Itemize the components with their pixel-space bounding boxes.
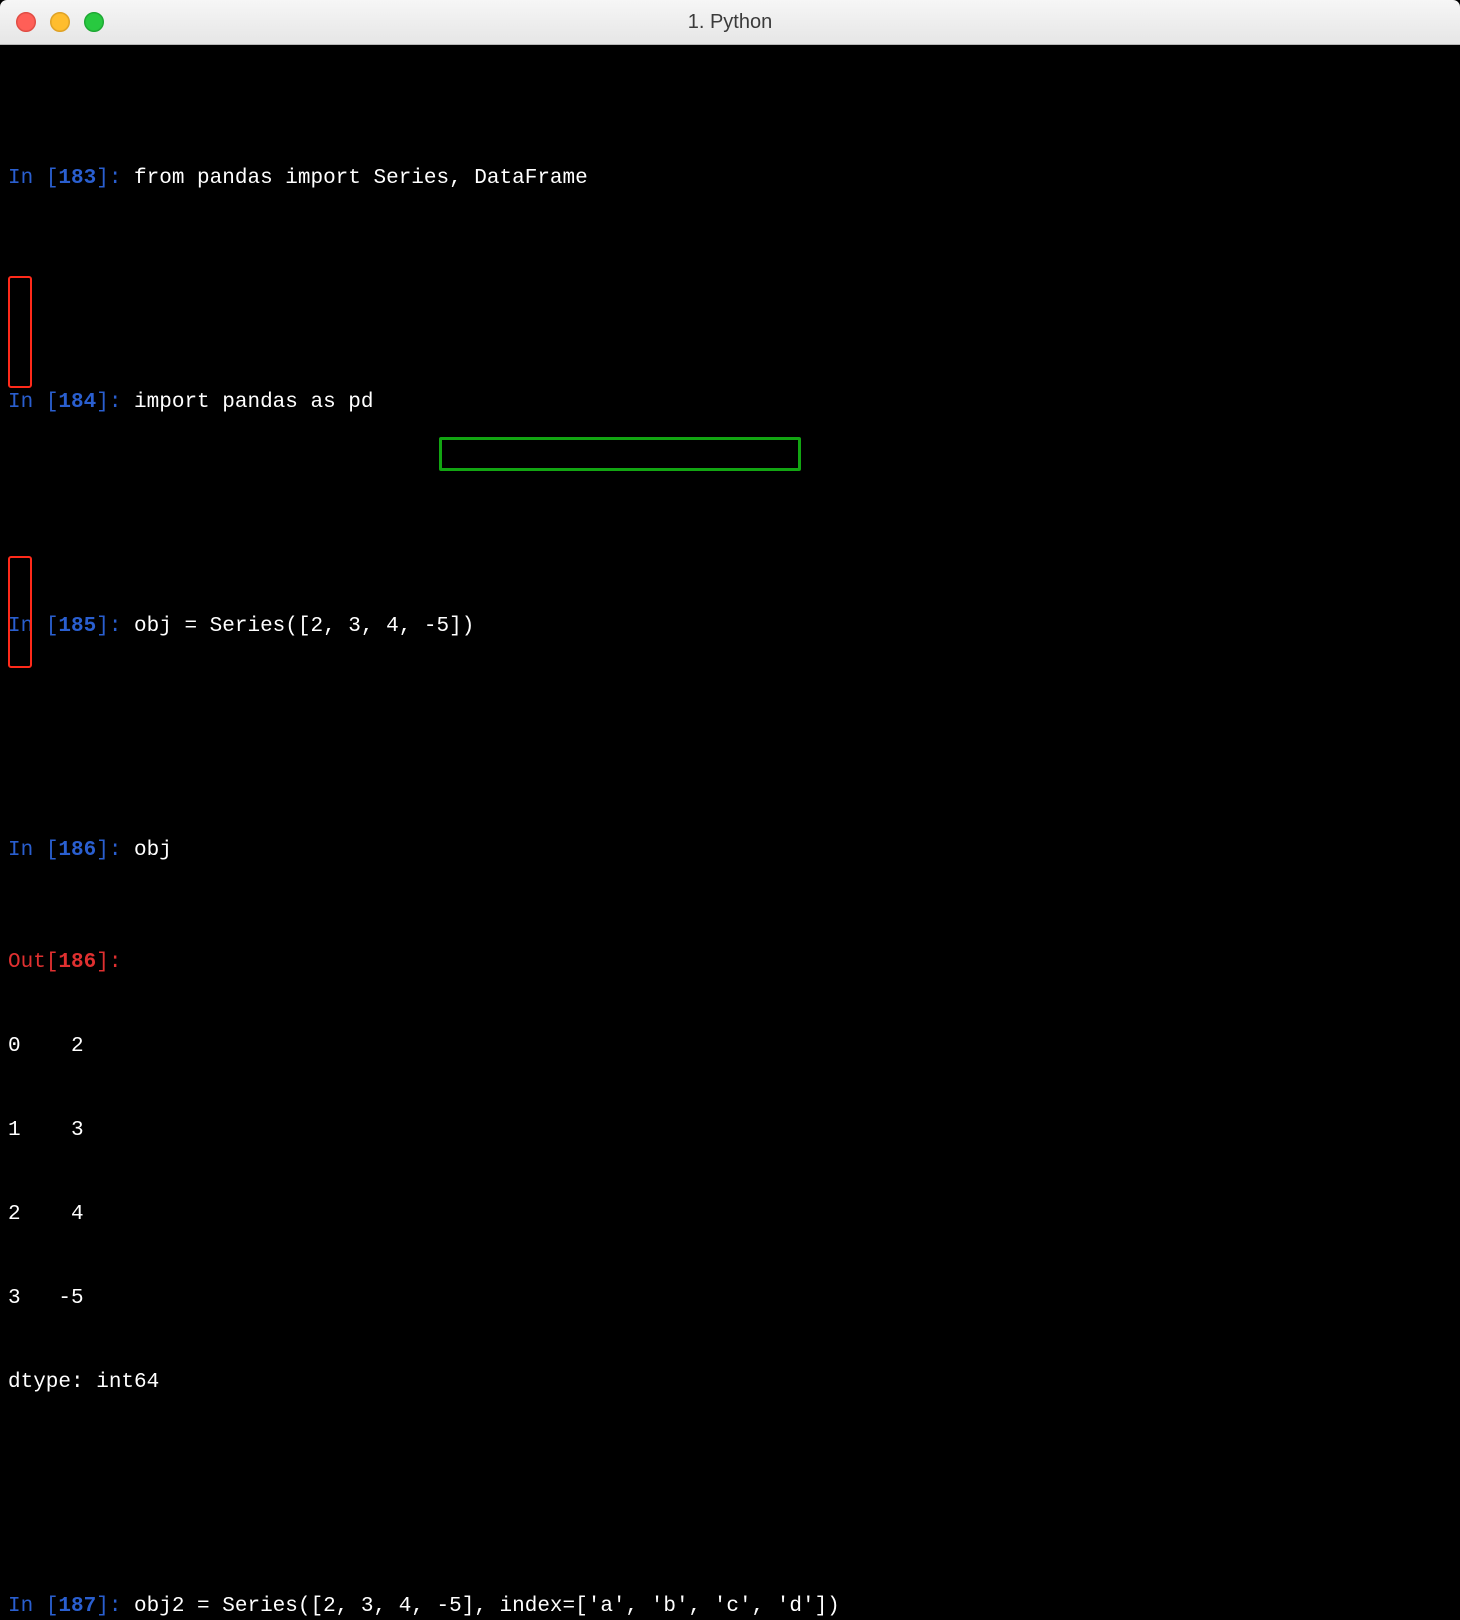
code-line: In [185]: obj = Series([2, 3, 4, -5]) xyxy=(8,613,1452,641)
output-line: 2 4 xyxy=(8,1201,1452,1229)
annotation-red-box-1 xyxy=(8,276,32,388)
code-line: In [186]: obj xyxy=(8,837,1452,865)
output-line: 0 2 xyxy=(8,1033,1452,1061)
minimize-icon[interactable] xyxy=(50,12,70,32)
annotation-green-box xyxy=(439,437,801,471)
code-text: import pandas as pd xyxy=(134,391,373,414)
output-line: 3 -5 xyxy=(8,1285,1452,1313)
out-line: Out[186]: xyxy=(8,949,1452,977)
output-dtype: dtype: int64 xyxy=(8,1369,1452,1397)
output-line: 1 3 xyxy=(8,1117,1452,1145)
code-text: obj = Series([2, 3, 4, -5]) xyxy=(134,615,474,638)
code-text-highlighted: index=['a', 'b', 'c', 'd']) xyxy=(500,1595,840,1618)
zoom-icon[interactable] xyxy=(84,12,104,32)
code-line: In [187]: obj2 = Series([2, 3, 4, -5], i… xyxy=(8,1593,1452,1620)
blank-line xyxy=(8,249,1452,277)
code-line: In [184]: import pandas as pd xyxy=(8,389,1452,417)
close-icon[interactable] xyxy=(16,12,36,32)
in-label: In xyxy=(8,167,46,190)
code-text: obj2 = Series([2, 3, 4, -5], xyxy=(134,1595,499,1618)
window-title: 1. Python xyxy=(0,11,1460,34)
terminal[interactable]: In [183]: from pandas import Series, Dat… xyxy=(0,45,1460,810)
code-line: In [183]: from pandas import Series, Dat… xyxy=(8,165,1452,193)
code-text: from pandas import Series, DataFrame xyxy=(134,167,588,190)
code-text: obj xyxy=(134,839,172,862)
window-titlebar: 1. Python xyxy=(0,0,1460,45)
prompt-number: 183 xyxy=(58,167,96,190)
annotation-red-box-2 xyxy=(8,556,32,668)
traffic-lights xyxy=(16,12,104,32)
